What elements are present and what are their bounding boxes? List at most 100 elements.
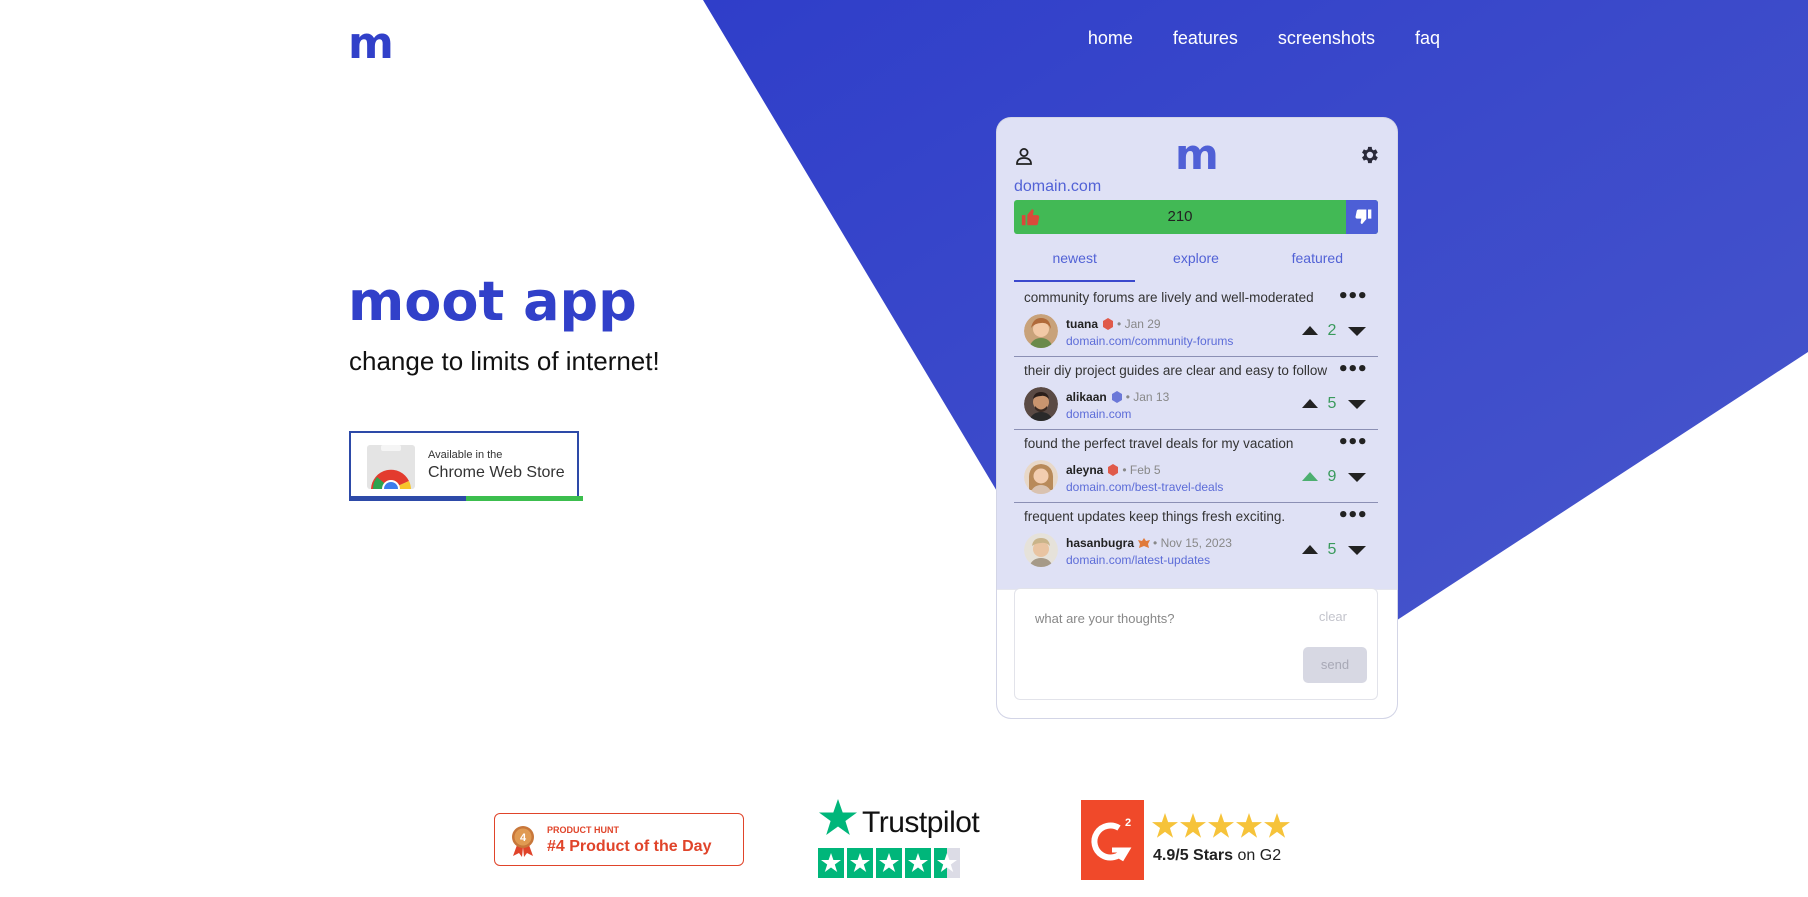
gear-icon[interactable]	[1358, 144, 1380, 166]
star-icon	[1236, 813, 1262, 838]
ph-label-small: PRODUCT HUNT	[547, 825, 619, 835]
post-link[interactable]: domain.com/best-travel-deals	[1066, 480, 1223, 494]
downvote-icon[interactable]	[1348, 473, 1366, 482]
star-icon	[876, 848, 902, 878]
list-item: found the perfect travel deals for my va…	[1014, 430, 1378, 503]
tab-newest[interactable]: newest	[1014, 234, 1136, 282]
post-link[interactable]: domain.com	[1066, 407, 1131, 421]
post-author: alikaan • Jan 13	[1066, 390, 1170, 404]
post-author-name: aleyna	[1066, 463, 1104, 477]
store-badge-line1: Available in the	[428, 449, 503, 461]
more-icon[interactable]: •••	[1337, 286, 1367, 307]
g2-logo: 2	[1081, 800, 1144, 880]
half-star-icon	[934, 848, 960, 878]
trustpilot-stars	[818, 848, 960, 878]
send-button[interactable]: send	[1303, 647, 1367, 683]
trustpilot-name: Trustpilot	[862, 806, 980, 839]
downvote-icon[interactable]	[1348, 400, 1366, 409]
rank-badge-icon	[1103, 318, 1114, 330]
rank-badge-icon	[1111, 391, 1122, 403]
ph-label-big: #4 Product of the Day	[547, 838, 712, 855]
star-icon	[847, 848, 873, 878]
vote-bar: 210	[1014, 200, 1378, 234]
nav-faq[interactable]: faq	[1415, 28, 1440, 49]
post-author-name: tuana	[1066, 317, 1099, 331]
upvote-icon[interactable]	[1302, 399, 1318, 408]
thumbs-down-icon	[1355, 209, 1372, 225]
hero-title: moot app	[348, 270, 637, 333]
chrome-web-store-button[interactable]: Available in the Chrome Web Store	[349, 431, 583, 501]
post-date: Nov 15, 2023	[1160, 536, 1232, 550]
more-icon[interactable]: •••	[1337, 359, 1367, 380]
post-score: 2	[1327, 322, 1337, 339]
g2-rating-suffix: on G2	[1233, 847, 1282, 864]
list-item: their diy project guides are clear and e…	[1014, 357, 1378, 430]
g2-stars	[1152, 813, 1290, 839]
post-author-name: hasanbugra	[1066, 536, 1135, 550]
svg-text:2: 2	[1125, 817, 1131, 829]
comment-input[interactable]: what are your thoughts?	[1035, 611, 1174, 626]
trustpilot-badge[interactable]: Trustpilot	[818, 798, 993, 880]
star-icon	[818, 848, 844, 878]
post-author: tuana • Jan 29	[1066, 317, 1161, 331]
post-text: frequent updates keep things fresh excit…	[1024, 509, 1286, 524]
avatar	[1024, 533, 1058, 567]
post-text: their diy project guides are clear and e…	[1024, 363, 1328, 378]
hero-subtitle: change to limits of internet!	[349, 346, 660, 376]
post-link[interactable]: domain.com/community-forums	[1066, 334, 1233, 348]
user-icon[interactable]	[1014, 146, 1034, 166]
vote-count: 210	[1167, 208, 1193, 225]
nav-screenshots[interactable]: screenshots	[1278, 28, 1375, 49]
chrome-icon	[367, 445, 415, 489]
post-score: 5	[1327, 541, 1337, 558]
background-shape	[703, 0, 1808, 705]
medal-icon: 4	[512, 826, 534, 857]
downvote-icon[interactable]	[1348, 327, 1366, 336]
post-text: community forums are lively and well-mod…	[1024, 290, 1314, 305]
post-score: 5	[1327, 395, 1337, 412]
tab-explore[interactable]: explore	[1135, 234, 1256, 282]
star-icon	[1208, 813, 1234, 838]
avatar	[1024, 387, 1058, 421]
post-author: aleyna • Feb 5	[1066, 463, 1161, 477]
nav-home[interactable]: home	[1088, 28, 1133, 49]
list-item: community forums are lively and well-mod…	[1014, 284, 1378, 357]
star-icon	[1152, 813, 1178, 838]
star-icon	[905, 848, 931, 878]
upvote-icon[interactable]	[1302, 545, 1318, 554]
nav-features[interactable]: features	[1173, 28, 1238, 49]
post-author-name: alikaan	[1066, 390, 1107, 404]
g2-rating-value: 4.9/5 Stars	[1153, 847, 1234, 864]
avatar	[1024, 460, 1058, 494]
panel-logo: m	[1175, 130, 1219, 179]
downvote-icon[interactable]	[1348, 546, 1366, 555]
post-date: Jan 13	[1133, 390, 1170, 404]
list-item: frequent updates keep things fresh excit…	[1014, 503, 1378, 575]
post-date: Feb 5	[1129, 463, 1161, 477]
site-logo[interactable]: m	[348, 22, 394, 66]
clear-button[interactable]: clear	[1319, 609, 1347, 624]
more-icon[interactable]: •••	[1337, 432, 1367, 453]
more-icon[interactable]: •••	[1337, 505, 1367, 526]
g2-rating: 4.9/5 Stars on G2	[1153, 847, 1281, 865]
thumbs-down-button[interactable]	[1346, 200, 1378, 234]
comment-composer[interactable]: what are your thoughts? clear send	[1014, 588, 1378, 700]
post-link[interactable]: domain.com/latest-updates	[1066, 553, 1210, 567]
star-icon	[1264, 813, 1290, 838]
rank-badge-icon	[1108, 464, 1119, 476]
upvote-icon[interactable]	[1302, 326, 1318, 335]
trustpilot-star-icon	[819, 799, 857, 835]
tab-featured[interactable]: featured	[1257, 234, 1378, 282]
store-badge-bar	[349, 496, 583, 501]
rank-badge-icon	[1138, 538, 1151, 548]
product-hunt-badge[interactable]: 4 PRODUCT HUNT #4 Product of the Day	[494, 813, 744, 866]
avatar	[1024, 314, 1058, 348]
panel-domain[interactable]: domain.com	[1014, 178, 1101, 196]
post-list: community forums are lively and well-mod…	[1014, 284, 1378, 575]
panel-tabs: newest explore featured	[1014, 234, 1378, 282]
g2-badge[interactable]: 2 4.9/5 Stars on G2	[1081, 800, 1301, 880]
post-score: 9	[1327, 468, 1337, 485]
upvote-icon[interactable]	[1302, 472, 1318, 481]
post-author: hasanbugra • Nov 15, 2023	[1066, 536, 1232, 550]
main-nav: home features screenshots faq	[1088, 28, 1440, 49]
